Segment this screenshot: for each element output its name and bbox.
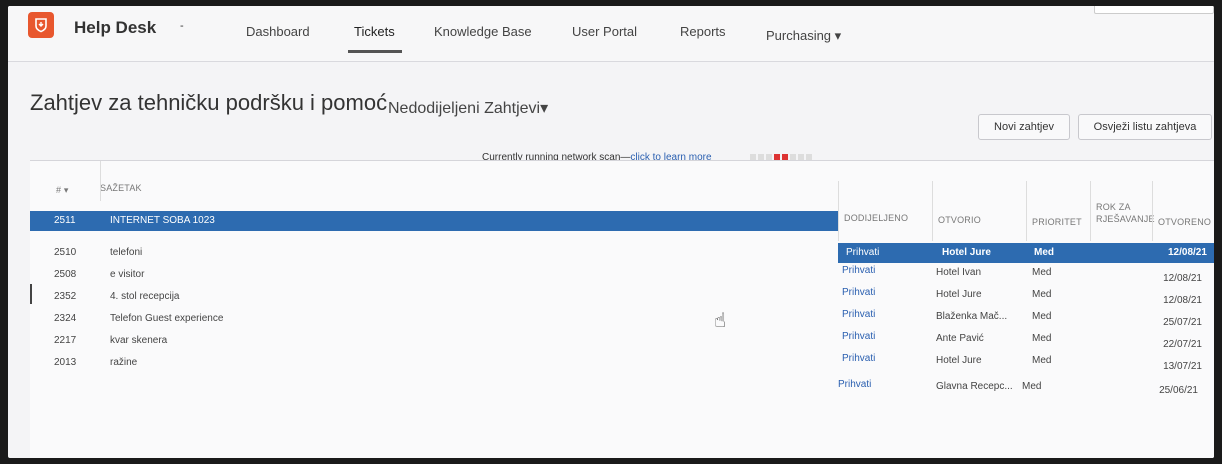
table-row[interactable]: 2511 INTERNET SOBA 1023 [30, 211, 838, 231]
table-row[interactable]: 2324 Telefon Guest experience Prihvati B… [30, 309, 1214, 329]
priority: Med [1034, 247, 1054, 258]
selected-row-highlight: Prihvati Hotel Jure Med 12/08/21 [838, 243, 1214, 263]
header-summary[interactable]: SAŽETAK [100, 183, 142, 193]
nav-reports[interactable]: Reports [680, 24, 726, 39]
shield-icon [35, 18, 47, 33]
table-row[interactable]: 2352 4. stol recepcija Prihvati Hotel Ju… [30, 287, 1214, 307]
ticket-summary[interactable]: kvar skenera [110, 335, 167, 346]
priority: Med [1022, 381, 1042, 392]
opened-date: 22/07/21 [1163, 339, 1202, 350]
refresh-list-button[interactable]: Osvježi listu zahtjeva [1078, 114, 1212, 140]
accept-link[interactable]: Prihvati [846, 247, 879, 258]
ticket-summary[interactable]: ražine [110, 357, 137, 368]
accept-link[interactable]: Prihvati [842, 309, 875, 320]
screen: Help Desk - Dashboard Tickets Knowledge … [8, 6, 1214, 458]
table-row[interactable]: 2013 ražine Prihvati Hotel Jure Med 13/0… [30, 353, 1214, 373]
table-row[interactable]: 2508 e visitor Prihvati Hotel Ivan Med 1… [30, 265, 1214, 285]
priority: Med [1032, 333, 1052, 344]
priority: Med [1032, 267, 1052, 278]
nav-purchasing[interactable]: Purchasing ▾ [766, 28, 841, 44]
nav-knowledge-base[interactable]: Knowledge Base [434, 24, 532, 39]
nav-dashboard[interactable]: Dashboard [246, 24, 310, 39]
tickets-table: # ▾ SAŽETAK DODIJELJENO OTVORIO PRIORITE… [30, 160, 1214, 458]
ticket-summary[interactable]: INTERNET SOBA 1023 [110, 215, 215, 226]
column-divider [1090, 181, 1091, 241]
opened-date: 25/07/21 [1163, 317, 1202, 328]
app-logo-icon[interactable] [28, 12, 54, 38]
table-row[interactable]: 2217 kvar skenera Prihvati Ante Pavić Me… [30, 331, 1214, 351]
column-divider [838, 181, 839, 241]
app-menu-caret[interactable]: - [180, 20, 184, 32]
opened-date: 12/08/21 [1168, 247, 1207, 258]
top-navbar: Help Desk - Dashboard Tickets Knowledge … [8, 6, 1214, 62]
new-ticket-button[interactable]: Novi zahtjev [978, 114, 1070, 140]
opened-by: Hotel Jure [942, 247, 991, 258]
ticket-id: 2508 [54, 269, 77, 280]
header-due[interactable]: ROK ZA RJEŠAVANJE [1096, 201, 1154, 225]
nav-tickets[interactable]: Tickets [354, 24, 395, 39]
ticket-summary[interactable]: telefoni [110, 247, 142, 258]
ticket-id: 2511 [54, 215, 76, 226]
search-input[interactable] [1094, 6, 1214, 14]
opened-by: Hotel Jure [936, 355, 982, 366]
accept-link[interactable]: Prihvati [838, 379, 871, 390]
opened-date: 13/07/21 [1163, 361, 1202, 372]
column-divider [100, 161, 101, 201]
priority: Med [1032, 289, 1052, 300]
header-id[interactable]: # ▾ [56, 185, 69, 196]
ticket-id: 2352 [54, 291, 77, 302]
ticket-id: 2013 [54, 357, 77, 368]
row-focus-marker [30, 284, 32, 304]
accept-link[interactable]: Prihvati [842, 331, 875, 342]
table-row[interactable]: Prihvati Glavna Recepc... Med 25/06/21 [30, 375, 1214, 396]
header-assigned[interactable]: DODIJELJENO [844, 213, 908, 223]
view-selector[interactable]: Nedodijeljeni Zahtjevi▾ [388, 98, 548, 118]
hand-cursor-icon: ☝ [714, 310, 727, 332]
ticket-id: 2324 [54, 313, 77, 324]
opened-by: Blaženka Mač... [936, 311, 1008, 322]
app-title[interactable]: Help Desk [74, 18, 156, 38]
opened-by: Glavna Recepc... [936, 381, 1013, 392]
column-divider [1026, 181, 1027, 241]
priority: Med [1032, 311, 1052, 322]
ticket-summary[interactable]: Telefon Guest experience [110, 313, 223, 324]
opened-date: 25/06/21 [1159, 385, 1198, 396]
opened-date: 12/08/21 [1163, 273, 1202, 284]
header-opened[interactable]: OTVORENO [1158, 217, 1211, 227]
ticket-id: 2510 [54, 247, 77, 258]
nav-active-indicator [348, 50, 402, 53]
priority: Med [1032, 355, 1052, 366]
ticket-id: 2217 [54, 335, 77, 346]
column-divider [932, 181, 933, 241]
column-divider [1152, 181, 1153, 241]
opened-date: 12/08/21 [1163, 295, 1202, 306]
accept-link[interactable]: Prihvati [842, 265, 875, 276]
opened-by: Hotel Jure [936, 289, 982, 300]
ticket-summary[interactable]: e visitor [110, 269, 144, 280]
header-opened-by[interactable]: OTVORIO [938, 215, 981, 225]
ticket-summary[interactable]: 4. stol recepcija [110, 291, 179, 302]
opened-by: Ante Pavić [936, 333, 984, 344]
accept-link[interactable]: Prihvati [842, 287, 875, 298]
opened-by: Hotel Ivan [936, 267, 982, 278]
page-title: Zahtjev za tehničku podršku i pomoć [30, 90, 388, 115]
nav-user-portal[interactable]: User Portal [572, 24, 637, 39]
header-priority[interactable]: PRIORITET [1032, 217, 1082, 227]
accept-link[interactable]: Prihvati [842, 353, 875, 364]
